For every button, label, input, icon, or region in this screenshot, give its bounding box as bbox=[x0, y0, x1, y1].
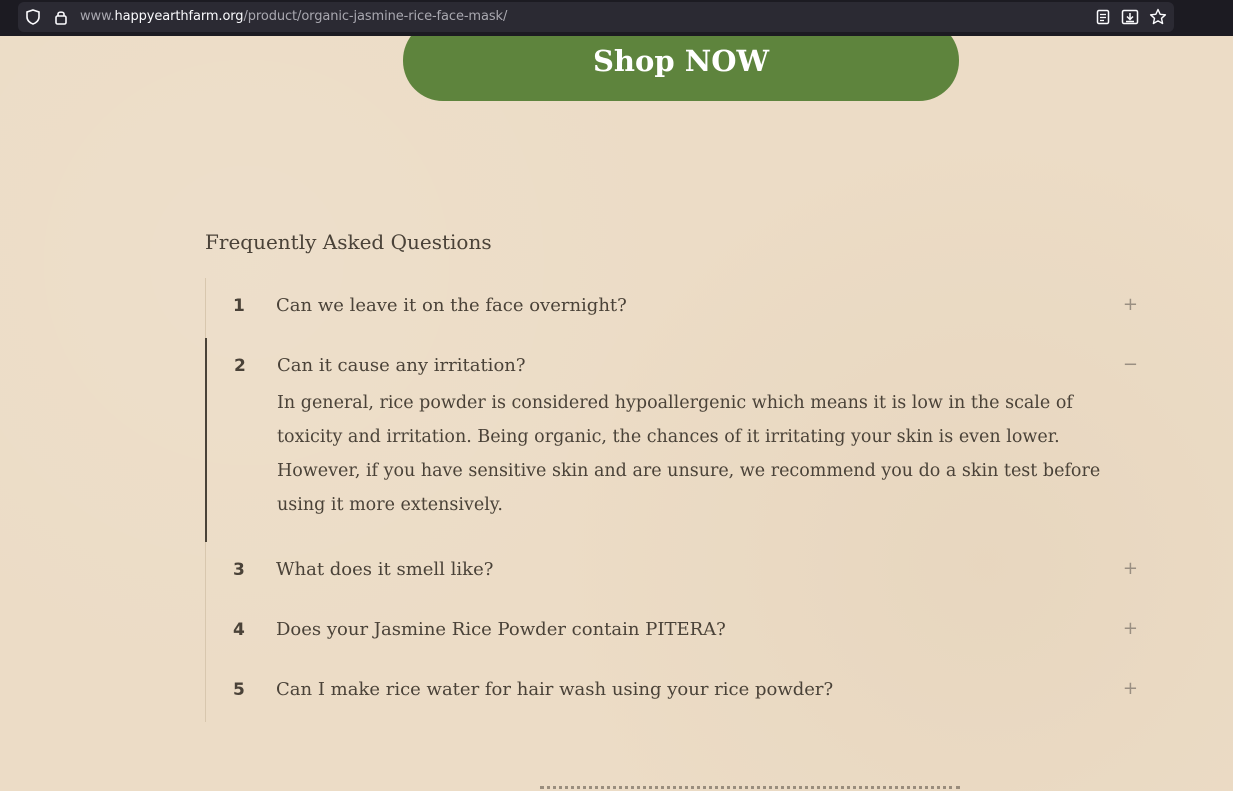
url-text[interactable]: www.happyearthfarm.org/product/organic-j… bbox=[80, 9, 507, 24]
shield-icon[interactable] bbox=[24, 8, 42, 26]
plus-icon[interactable]: + bbox=[1123, 618, 1138, 639]
plus-icon[interactable]: + bbox=[1123, 678, 1138, 699]
minus-icon[interactable]: − bbox=[1123, 354, 1138, 375]
faq-question[interactable]: Can we leave it on the face overnight? bbox=[276, 295, 627, 316]
faq-heading: Frequently Asked Questions bbox=[205, 230, 492, 254]
faq-number: 1 bbox=[233, 296, 245, 316]
faq-item[interactable]: 2 Can it cause any irritation? − In gene… bbox=[205, 338, 1146, 542]
faq-question[interactable]: Can I make rice water for hair wash usin… bbox=[276, 679, 833, 700]
faq-number: 3 bbox=[233, 560, 245, 580]
faq-item[interactable]: 3 What does it smell like? + bbox=[206, 542, 1146, 602]
faq-item[interactable]: 5 Can I make rice water for hair wash us… bbox=[206, 662, 1146, 722]
shop-now-button[interactable]: Shop NOW bbox=[403, 36, 959, 101]
faq-item[interactable]: 4 Does your Jasmine Rice Powder contain … bbox=[206, 602, 1146, 662]
save-to-pocket-icon[interactable] bbox=[1121, 8, 1139, 26]
faq-question[interactable]: Can it cause any irritation? bbox=[277, 355, 526, 376]
faq-question[interactable]: What does it smell like? bbox=[276, 559, 493, 580]
lock-icon[interactable] bbox=[52, 8, 70, 26]
faq-accordion: 1 Can we leave it on the face overnight?… bbox=[205, 278, 1146, 722]
faq-number: 4 bbox=[233, 620, 245, 640]
next-section-partial bbox=[540, 786, 960, 791]
faq-number: 2 bbox=[234, 356, 246, 376]
url-bar[interactable]: www.happyearthfarm.org/product/organic-j… bbox=[18, 2, 1174, 32]
plus-icon[interactable]: + bbox=[1123, 558, 1138, 579]
page-content: Shop NOW Frequently Asked Questions 1 Ca… bbox=[0, 36, 1233, 791]
reader-view-icon[interactable] bbox=[1094, 8, 1112, 26]
faq-item[interactable]: 1 Can we leave it on the face overnight?… bbox=[206, 278, 1146, 338]
plus-icon[interactable]: + bbox=[1123, 294, 1138, 315]
faq-question[interactable]: Does your Jasmine Rice Powder contain PI… bbox=[276, 619, 726, 640]
bookmark-star-icon[interactable] bbox=[1149, 8, 1167, 26]
faq-answer: In general, rice powder is considered hy… bbox=[277, 393, 1101, 515]
browser-toolbar: www.happyearthfarm.org/product/organic-j… bbox=[0, 0, 1233, 36]
faq-number: 5 bbox=[233, 680, 245, 700]
